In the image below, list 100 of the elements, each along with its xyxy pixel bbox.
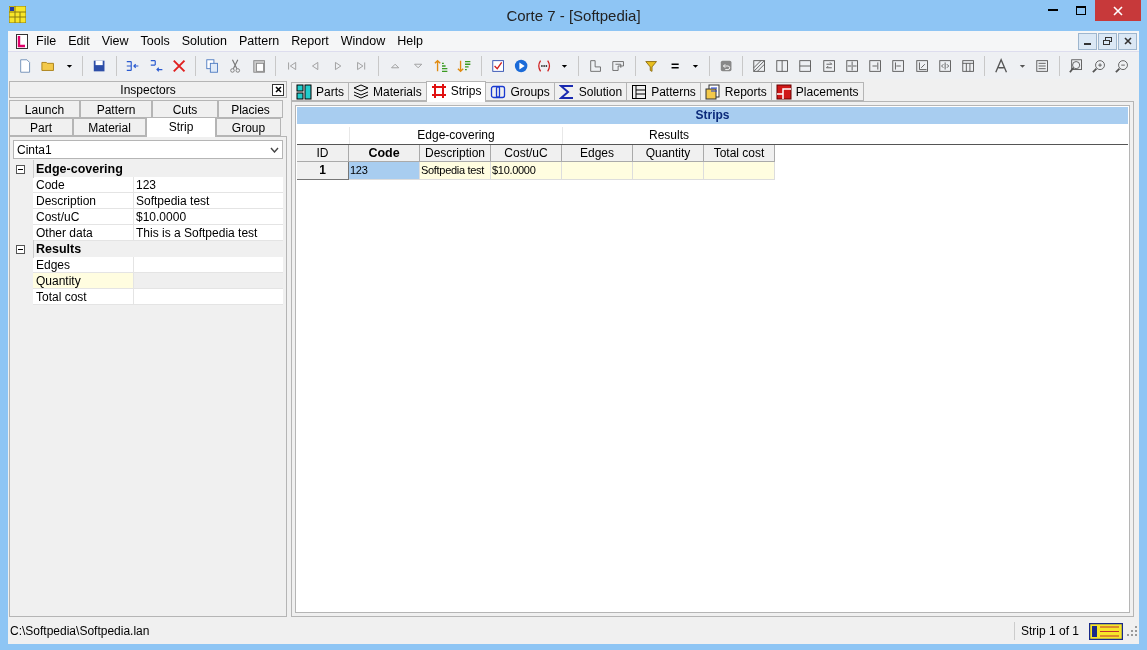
hatch-icon[interactable] [751,57,767,74]
cut-icon[interactable] [228,57,243,74]
paste-icon[interactable] [251,57,266,74]
overlap-icon [490,83,507,100]
document-tab[interactable]: Patterns [626,82,701,101]
strip-dropdown[interactable]: Cinta1 [13,140,283,159]
join-icon[interactable] [844,57,860,74]
flip-icon[interactable] [937,57,953,74]
status-path: C:\Softpedia\Softpedia.lan [10,623,150,640]
mdi-restore-button[interactable] [1098,32,1117,50]
property-value: $10.0000 [135,209,187,224]
swap-icon[interactable] [821,57,836,74]
sigma-icon [558,83,575,100]
menu-item[interactable]: View [95,31,135,51]
layout-icon [631,83,648,100]
delete-icon[interactable] [171,57,187,74]
new-file-icon[interactable] [18,57,33,74]
column-group-header: Results [562,127,775,144]
property-value: This is a Softpedia test [135,225,258,240]
status-position: Strip 1 of 1 [1020,623,1079,640]
menu-item[interactable]: Window [334,31,392,51]
inspector-tab[interactable]: Pattern [80,100,152,118]
document-tab[interactable]: Materials [348,82,427,101]
menu-item[interactable]: Solution [175,31,233,51]
table-cell: Softpedia test [420,162,491,180]
column-header[interactable]: Description [420,145,491,162]
corner-shape-icon[interactable] [588,57,603,74]
play-icon[interactable] [513,57,528,74]
column-header[interactable]: ID [297,145,349,162]
zoom-out-icon[interactable] [1115,57,1130,74]
align-right-icon[interactable] [868,57,883,74]
horizontal-split-icon[interactable] [798,57,813,74]
inspector-tab[interactable]: Material [73,118,146,136]
zoom-in-icon[interactable] [1091,57,1107,74]
rotate-icon[interactable] [914,57,929,74]
menu-item[interactable]: Report [285,31,335,51]
inspector-tab[interactable]: Cuts [152,100,218,118]
document-tab[interactable]: Solution [553,82,628,101]
menu-item[interactable]: Pattern [232,31,286,51]
column-header[interactable]: Cost/uC [491,145,562,162]
property-name[interactable]: Code [33,177,134,192]
collapse-toggle[interactable] [16,244,25,254]
table-cell: 123 [349,162,420,180]
property-value: Softpedia test [135,193,210,208]
mdi-close-button[interactable] [1118,32,1137,50]
table-icon[interactable] [961,57,976,74]
property-name[interactable]: Other data [33,225,134,240]
close-icon [1113,5,1123,16]
column-group-header: Edge-covering [349,127,562,144]
copy-icon[interactable] [205,57,220,74]
inspector-tab[interactable]: Placies [218,100,283,118]
checklist-icon[interactable] [490,57,505,74]
panels-icon [296,83,312,100]
document-tab[interactable]: Placements [770,82,864,101]
row-header: 1 [297,162,349,180]
font-icon[interactable] [994,57,1009,74]
inspector-tab[interactable]: Group [216,118,281,136]
panel-title: Inspectors [119,81,177,99]
minimize-icon [1048,9,1058,12]
column-header[interactable]: Edges [562,145,633,162]
dropdown-value: Cinta1 [17,141,52,159]
window-title: Corte 7 - [Softpedia] [505,6,642,26]
property-value: 123 [135,177,157,192]
maximize-icon [1076,6,1086,15]
menu-item[interactable]: Help [391,31,429,51]
menu-item[interactable]: Tools [134,31,176,51]
document-tab[interactable]: Strips [425,81,487,102]
align-left-icon[interactable] [891,57,906,74]
grid-title-bar: Strips [297,107,1128,124]
column-header[interactable]: Quantity [633,145,704,162]
minimize-icon [1084,42,1091,45]
inspector-tab[interactable]: Strip [146,117,216,137]
restore-icon [1103,37,1112,45]
menu-item[interactable]: File [30,31,63,51]
property-name[interactable]: Cost/uC [33,209,134,224]
list-icon[interactable] [1035,57,1050,74]
inspector-tab[interactable]: Launch [9,100,80,118]
property-name[interactable]: Quantity [33,273,134,288]
close-icon [1123,37,1132,45]
placement-icon [775,83,792,100]
chevron-icon [270,146,279,153]
sort-up-icon[interactable] [434,57,449,74]
mdi-minimize-button[interactable] [1078,32,1097,50]
menu-item[interactable]: Edit [62,31,96,51]
collapse-toggle[interactable] [16,164,25,174]
append-rows-icon[interactable] [148,57,163,74]
close-icon [274,86,282,93]
document-tab[interactable]: Groups [485,82,555,101]
vertical-split-icon[interactable] [775,57,790,74]
column-header[interactable]: Code [349,145,420,162]
inspector-tab[interactable]: Part [9,118,73,136]
zoom-fit-icon[interactable] [1068,57,1083,74]
column-header[interactable]: Total cost [704,145,775,162]
document-tab[interactable]: Reports [699,82,772,101]
close-button[interactable] [272,83,284,96]
app-logo-icon [9,6,26,23]
document-tab[interactable]: Parts [291,82,349,101]
property-name[interactable]: Description [33,193,134,208]
resize-grip-icon[interactable] [1127,626,1137,636]
logo-icon [1089,622,1123,640]
